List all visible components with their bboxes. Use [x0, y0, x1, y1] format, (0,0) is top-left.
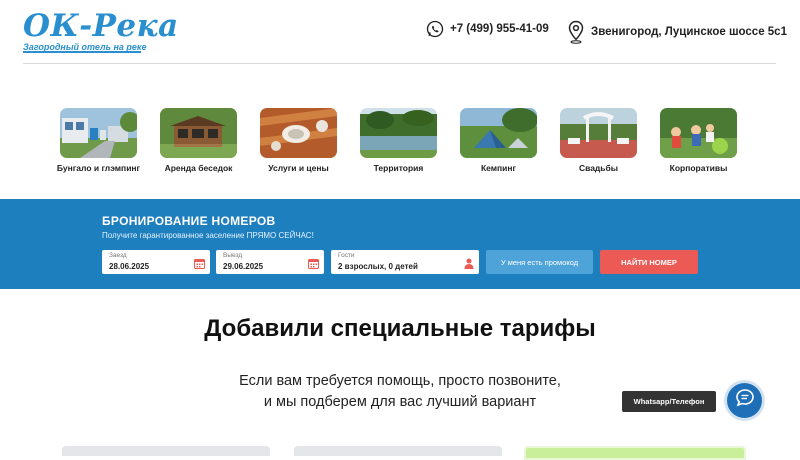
checkout-label: Выезд	[223, 252, 243, 259]
location-pin-icon	[567, 20, 585, 44]
booking-widget: БРОНИРОВАНИЕ НОМЕРОВ Получите гарантиров…	[0, 199, 800, 289]
camping-image	[460, 108, 537, 158]
chat-label[interactable]: Whatsapp/Телефон	[622, 391, 716, 412]
category-label: Кемпинг	[480, 163, 517, 173]
tariff-card[interactable]	[62, 446, 270, 456]
gazebo-image	[160, 108, 237, 158]
category-nav: Бунгало и глэмпинг Аренда беседок Услуги…	[56, 108, 737, 173]
chat-bubble-icon	[735, 388, 755, 413]
guests-label: Гости	[338, 252, 355, 259]
calendar-icon	[308, 256, 319, 274]
category-label: Аренда беседок	[164, 163, 233, 173]
category-corporate[interactable]: Корпоративы	[660, 108, 737, 173]
weddings-image	[560, 108, 637, 158]
territory-image	[360, 108, 437, 158]
guests-value: 2 взрослых, 0 детей	[338, 262, 418, 271]
help-line: Если вам требуется помощь, просто позвон…	[239, 373, 561, 389]
category-territory[interactable]: Территория	[360, 108, 437, 173]
booking-title: БРОНИРОВАНИЕ НОМЕРОВ	[102, 214, 276, 228]
calendar-icon	[194, 256, 205, 274]
checkin-value: 28.06.2025	[109, 262, 150, 271]
phone-contact[interactable]: +7 (499) 955-41-09	[426, 20, 549, 38]
bungalow-image	[60, 108, 137, 158]
tariff-card[interactable]	[294, 446, 502, 456]
page-headline: Добавили специальные тарифы	[204, 315, 596, 342]
logo-text: ОК-Река	[23, 8, 179, 44]
booking-subtitle: Получите гарантированное заселение ПРЯМО…	[102, 231, 314, 240]
checkin-label: Заезд	[109, 252, 127, 259]
phone-number: +7 (499) 955-41-09	[450, 23, 549, 35]
guests-field[interactable]: Гости 2 взрослых, 0 детей	[331, 250, 479, 274]
category-bungalow[interactable]: Бунгало и глэмпинг	[56, 108, 141, 173]
category-weddings[interactable]: Свадьбы	[560, 108, 637, 173]
category-label: Бунгало и глэмпинг	[56, 163, 141, 173]
category-label: Корпоративы	[669, 163, 728, 173]
category-gazebo[interactable]: Аренда беседок	[160, 108, 237, 173]
checkout-value: 29.06.2025	[223, 262, 264, 271]
person-icon	[464, 256, 474, 274]
category-label: Свадьбы	[578, 163, 619, 173]
address-contact[interactable]: Звенигород, Луцинское шоссе 5с1	[567, 20, 787, 44]
tariff-card[interactable]	[524, 446, 746, 460]
logo-underline	[23, 51, 141, 53]
corporate-image	[660, 108, 737, 158]
promo-code-button[interactable]: У меня есть промокод	[486, 250, 593, 274]
find-room-button[interactable]: НАЙТИ НОМЕР	[600, 250, 698, 274]
chat-button[interactable]	[727, 383, 762, 418]
address-text: Звенигород, Луцинское шоссе 5с1	[591, 26, 787, 38]
category-label: Услуги и цены	[268, 163, 329, 173]
checkout-field[interactable]: Выезд 29.06.2025	[216, 250, 324, 274]
services-image	[260, 108, 337, 158]
site-logo[interactable]: ОК-Река Загородный отель на реке	[23, 10, 179, 52]
checkin-field[interactable]: Заезд 28.06.2025	[102, 250, 210, 274]
whatsapp-icon	[426, 20, 444, 38]
category-services[interactable]: Услуги и цены	[260, 108, 337, 173]
header-divider	[23, 63, 776, 64]
category-label: Территория	[373, 163, 424, 173]
category-camping[interactable]: Кемпинг	[460, 108, 537, 173]
